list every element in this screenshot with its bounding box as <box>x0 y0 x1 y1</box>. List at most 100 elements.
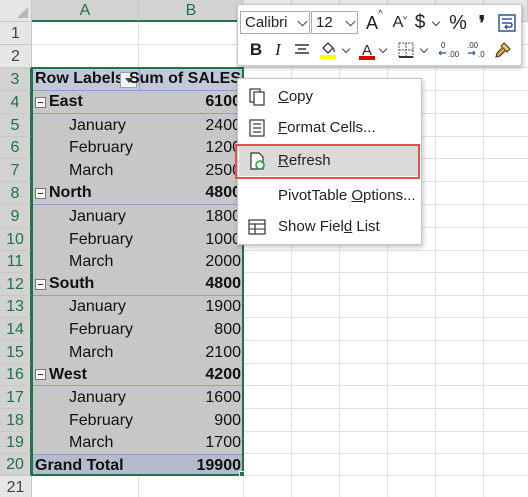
chevron-down-icon[interactable] <box>419 44 429 54</box>
row-header-11[interactable]: 11 <box>0 251 32 273</box>
menu-item-copy[interactable]: Copy <box>239 82 420 112</box>
row-header-16[interactable]: 16 <box>0 364 32 386</box>
row-header-6[interactable]: 6 <box>0 137 32 159</box>
column-header-b[interactable]: B <box>139 0 244 22</box>
menu-item-refresh[interactable]: Refresh <box>239 146 420 176</box>
region-label: North <box>35 182 92 204</box>
menu-item-pivottable-options[interactable]: PivotTable Options... <box>239 181 420 211</box>
pivot-month-row[interactable]: February 900 <box>32 409 243 432</box>
collapse-icon[interactable] <box>35 369 46 380</box>
increase-decimal-button[interactable]: 0 .00 <box>437 39 461 61</box>
sum-of-sales-header[interactable]: Sum of SALES <box>129 68 241 90</box>
menu-item-format-cells[interactable]: Format Cells... <box>239 113 420 143</box>
pivot-month-row[interactable]: February 1000 <box>32 228 243 251</box>
pivot-region-row[interactable]: East 6100 <box>32 91 243 114</box>
select-all-corner[interactable] <box>0 0 32 22</box>
menu-item-show-field-list[interactable]: Show Field List <box>239 212 420 242</box>
bold-button[interactable]: B <box>246 39 266 61</box>
pivot-month-row[interactable]: March 1700 <box>32 432 243 454</box>
borders-icon <box>398 42 414 58</box>
grand-total-row[interactable]: Grand Total 19900 <box>32 454 243 476</box>
month-value: 1800 <box>205 207 241 225</box>
pivot-month-row[interactable]: February 800 <box>32 318 243 341</box>
svg-text:.0: .0 <box>478 50 485 59</box>
percent-button[interactable]: % <box>446 11 470 35</box>
row-header-2[interactable]: 2 <box>0 45 32 68</box>
svg-text:0: 0 <box>441 41 446 50</box>
shrink-font-button[interactable]: A ^ <box>386 11 410 35</box>
row-header-1[interactable]: 1 <box>0 22 32 45</box>
pivot-region-row[interactable]: North 4800 <box>32 182 243 205</box>
month-label: March <box>69 253 114 270</box>
row-header-3[interactable]: 3 <box>0 68 32 91</box>
region-label: South <box>35 273 94 295</box>
month-value: 1200 <box>205 139 241 156</box>
chevron-down-icon[interactable] <box>341 44 351 54</box>
chevron-down-icon[interactable] <box>431 17 441 27</box>
collapse-icon[interactable] <box>35 96 46 108</box>
month-value: 900 <box>214 411 241 429</box>
wrap-text-button[interactable] <box>495 11 519 35</box>
align-center-icon <box>295 44 309 54</box>
row-header-4[interactable]: 4 <box>0 91 32 114</box>
collapse-icon[interactable] <box>35 278 46 290</box>
row-header-13[interactable]: 13 <box>0 296 32 318</box>
chevron-down-icon[interactable] <box>345 16 356 27</box>
month-label: January <box>69 388 126 406</box>
borders-button[interactable] <box>395 39 417 61</box>
fill-color-button[interactable] <box>316 39 340 61</box>
svg-text:.00: .00 <box>448 50 460 59</box>
pivot-region-row[interactable]: West 4200 <box>32 364 243 386</box>
currency-button[interactable]: $ <box>410 11 430 35</box>
format-painter-button[interactable] <box>491 39 515 61</box>
month-label: February <box>69 230 134 248</box>
row-header-21[interactable]: 21 <box>0 476 32 497</box>
row-header-5[interactable]: 5 <box>0 114 32 137</box>
row-header-12[interactable]: 12 <box>0 273 32 296</box>
month-label: February <box>69 320 134 338</box>
month-value: 2100 <box>205 343 241 361</box>
month-label: January <box>69 298 126 315</box>
row-header-7[interactable]: 7 <box>0 159 32 182</box>
column-header-a[interactable]: A <box>32 0 139 22</box>
row-labels-header[interactable]: Row Labels <box>35 68 124 90</box>
pivot-month-row[interactable]: January 1600 <box>32 386 243 409</box>
font-color-button[interactable]: A <box>356 39 378 61</box>
copy-icon <box>249 88 265 106</box>
chevron-down-icon[interactable] <box>297 16 308 27</box>
increase-decimal-icon: 0 .00 <box>438 41 460 59</box>
fill-handle[interactable] <box>239 471 245 477</box>
region-name: East <box>49 93 83 110</box>
pivot-month-row[interactable]: January 1900 <box>32 296 243 318</box>
italic-button[interactable]: I <box>268 39 288 61</box>
menu-item-label: Copy <box>278 88 314 105</box>
pivot-month-row[interactable]: January 1800 <box>32 205 243 228</box>
row-header-8[interactable]: 8 <box>0 182 32 205</box>
pivot-month-row[interactable]: March 2500 <box>32 159 243 182</box>
row-header-20[interactable]: 20 <box>0 454 32 476</box>
row-header-17[interactable]: 17 <box>0 386 32 409</box>
font-size-combo[interactable]: 12 <box>311 11 358 34</box>
pivot-month-row[interactable]: March 2100 <box>32 341 243 364</box>
pivot-month-row[interactable]: March 2000 <box>32 251 243 273</box>
comma-style-button[interactable]: ❜ <box>473 11 491 35</box>
row-header-19[interactable]: 19 <box>0 432 32 454</box>
pivot-month-row[interactable]: February 1200 <box>32 137 243 159</box>
pivot-month-row[interactable]: January 2400 <box>32 114 243 137</box>
align-center-button[interactable] <box>290 39 314 61</box>
row-header-15[interactable]: 15 <box>0 341 32 364</box>
month-value: 2000 <box>205 253 241 270</box>
grow-font-button[interactable]: A ^ <box>360 9 384 35</box>
menu-item-label: PivotTable Options... <box>278 187 416 204</box>
font-size-value: 12 <box>316 14 333 31</box>
font-name-combo[interactable]: Calibri <box>240 11 310 34</box>
collapse-icon[interactable] <box>35 187 46 199</box>
row-header-9[interactable]: 9 <box>0 205 32 228</box>
row-header-14[interactable]: 14 <box>0 318 32 341</box>
row-header-10[interactable]: 10 <box>0 228 32 251</box>
row-header-18[interactable]: 18 <box>0 409 32 432</box>
format-painter-icon <box>495 42 511 58</box>
decrease-decimal-button[interactable]: .00 .0 <box>464 39 488 61</box>
pivot-region-row[interactable]: South 4800 <box>32 273 243 296</box>
chevron-down-icon[interactable] <box>378 44 388 54</box>
